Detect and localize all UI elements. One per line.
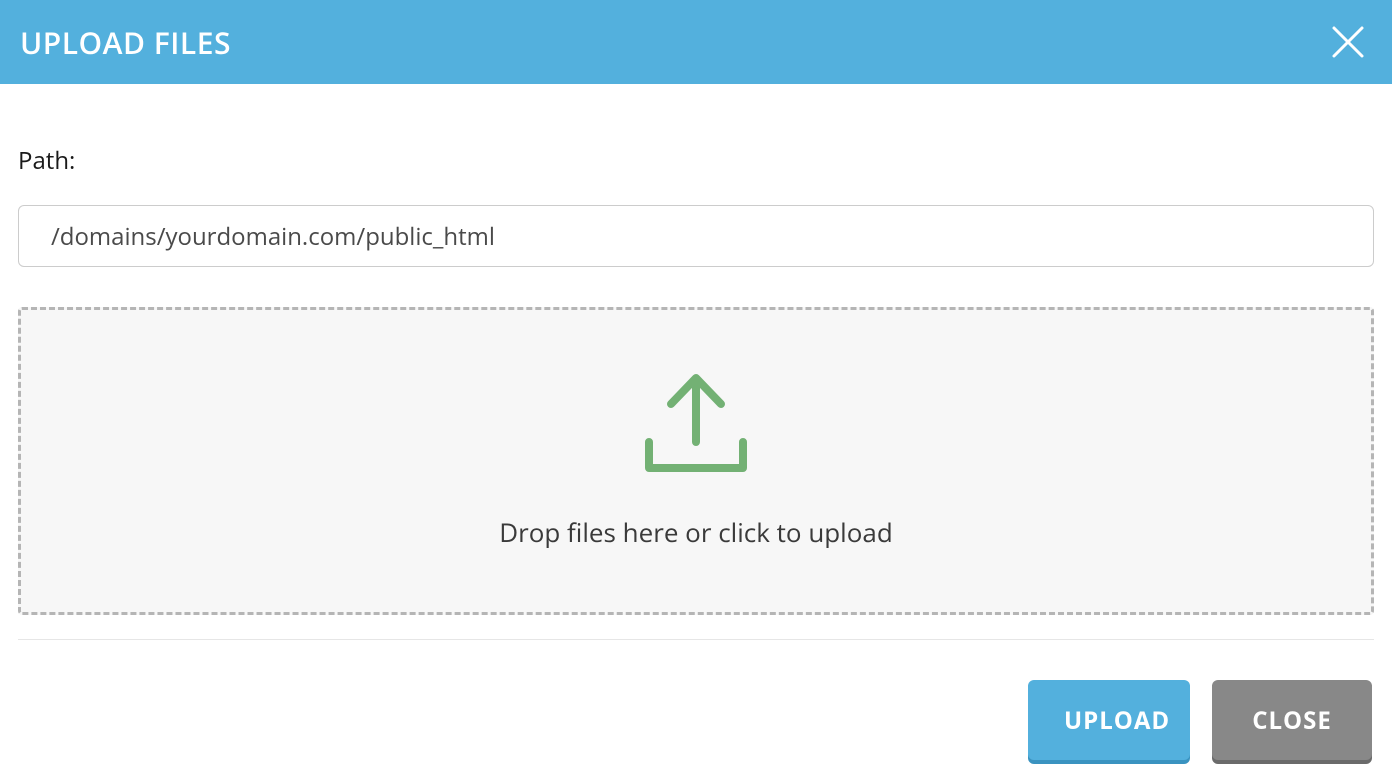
- modal-title: UPLOAD FILES: [20, 22, 231, 63]
- close-icon: [1330, 24, 1366, 60]
- modal-header: UPLOAD FILES: [0, 0, 1392, 84]
- close-button[interactable]: CLOSE: [1212, 680, 1372, 760]
- upload-arrow-icon: [643, 372, 749, 474]
- upload-button[interactable]: UPLOAD: [1028, 680, 1190, 760]
- path-input[interactable]: [18, 205, 1374, 267]
- modal-body: Path: Drop files here or click to upload: [0, 84, 1392, 640]
- close-icon-button[interactable]: [1330, 24, 1366, 60]
- dropzone-instruction: Drop files here or click to upload: [499, 514, 892, 550]
- modal-footer: UPLOAD CLOSE: [0, 640, 1392, 760]
- dropzone[interactable]: Drop files here or click to upload: [18, 307, 1374, 615]
- path-label: Path:: [18, 144, 1374, 177]
